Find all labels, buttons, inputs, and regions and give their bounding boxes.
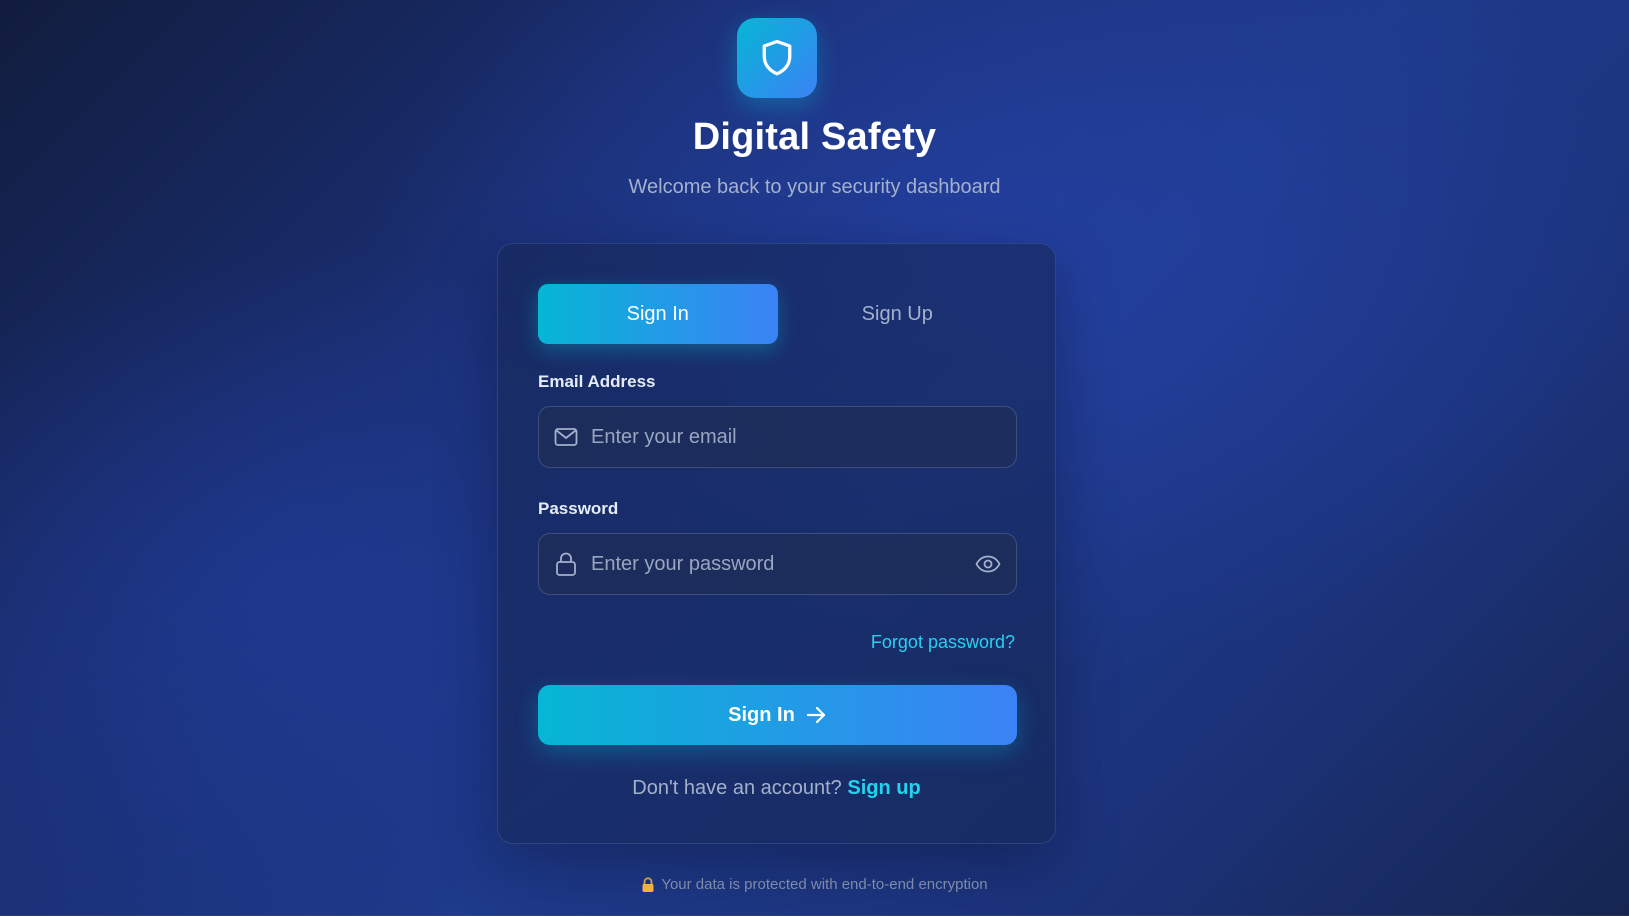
signup-prompt-text: Don't have an account? (632, 777, 842, 799)
app-title: Digital Safety (692, 116, 937, 158)
encryption-note: Your data is protected with end-to-end e… (0, 876, 1629, 893)
shield-icon (762, 39, 792, 76)
encryption-note-text: Your data is protected with end-to-end e… (661, 876, 988, 893)
password-input[interactable] (591, 534, 974, 594)
lock-icon (553, 551, 579, 577)
app-subtitle: Welcome back to your security dashboard (628, 176, 1001, 198)
app-logo (737, 18, 817, 98)
email-field[interactable] (538, 406, 1017, 468)
arrow-right-icon (806, 706, 825, 724)
password-label: Password (538, 499, 619, 518)
password-field[interactable] (538, 533, 1017, 595)
signup-prompt: Don't have an account? Sign up (498, 777, 1055, 800)
email-input[interactable] (591, 407, 1016, 467)
eye-icon[interactable] (974, 550, 1002, 578)
sign-in-button[interactable]: Sign In (538, 685, 1017, 745)
auth-card: Sign In Sign Up Email Address Password (497, 243, 1056, 844)
mail-icon (553, 424, 579, 450)
sign-up-link[interactable]: Sign up (847, 777, 920, 799)
tab-sign-up[interactable]: Sign Up (778, 284, 1018, 344)
tab-sign-in[interactable]: Sign In (538, 284, 778, 344)
email-label: Email Address (538, 372, 656, 391)
sign-in-button-label: Sign In (728, 703, 795, 726)
forgot-password-link[interactable]: Forgot password? (871, 632, 1015, 653)
padlock-icon (642, 876, 654, 892)
auth-tabs: Sign In Sign Up (538, 284, 1017, 344)
